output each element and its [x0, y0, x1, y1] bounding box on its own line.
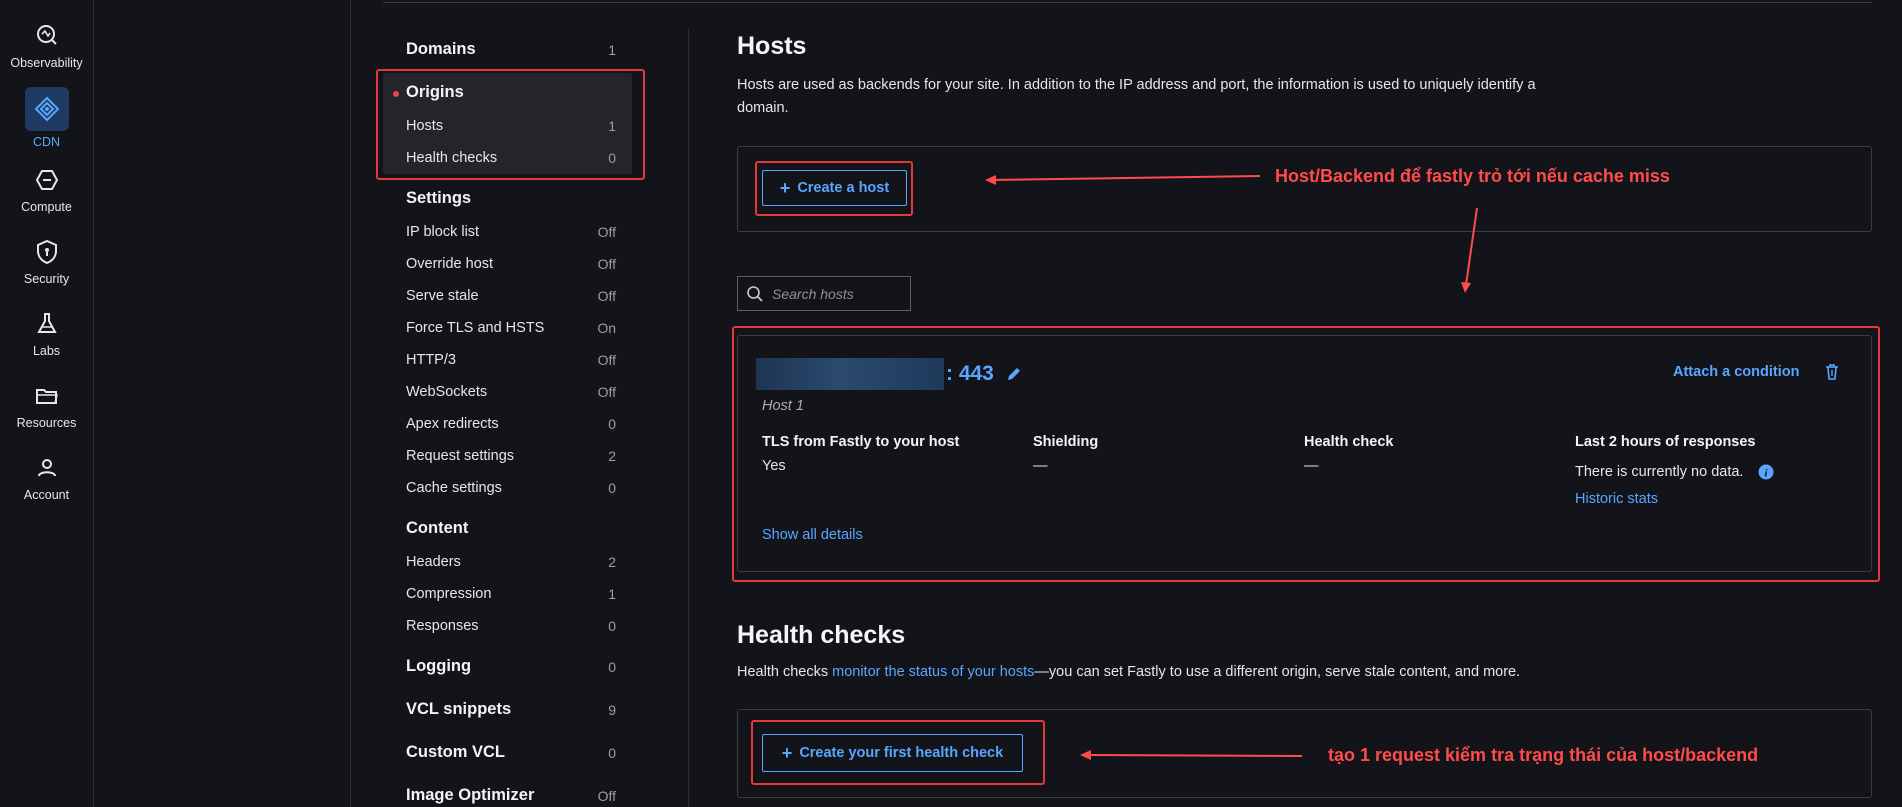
health-checks-title: Health checks — [737, 621, 906, 649]
annotation-health-note: tạo 1 request kiểm tra trạng thái của ho… — [1328, 745, 1759, 765]
annotation-host-note: Host/Backend để fastly trỏ tới nếu cache… — [1275, 166, 1670, 186]
health-desc-link[interactable]: monitor the status of your hosts — [832, 664, 1034, 680]
health-desc-suffix: —you can set Fastly to use a different o… — [1034, 664, 1521, 680]
health-desc-prefix: Health checks — [737, 664, 833, 680]
annotation-box-create-health-check — [751, 720, 1045, 785]
annotation-arrows-hosts — [985, 175, 1478, 760]
health-checks-description: Health checks monitor the status of your… — [737, 661, 1520, 684]
